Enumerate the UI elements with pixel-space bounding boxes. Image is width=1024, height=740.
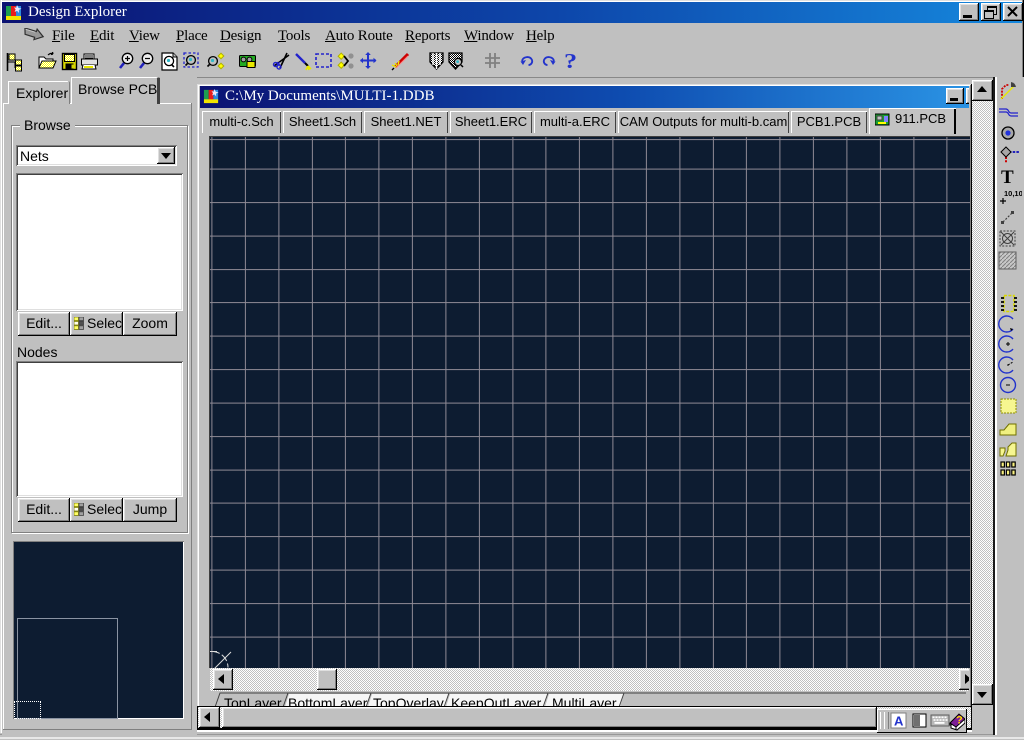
svg-text:?: ? bbox=[956, 715, 963, 727]
svg-text:?: ? bbox=[564, 50, 577, 73]
svg-text:A: A bbox=[894, 714, 904, 729]
svg-text:T: T bbox=[1001, 167, 1014, 188]
svg-text:10,10: 10,10 bbox=[1004, 189, 1022, 198]
